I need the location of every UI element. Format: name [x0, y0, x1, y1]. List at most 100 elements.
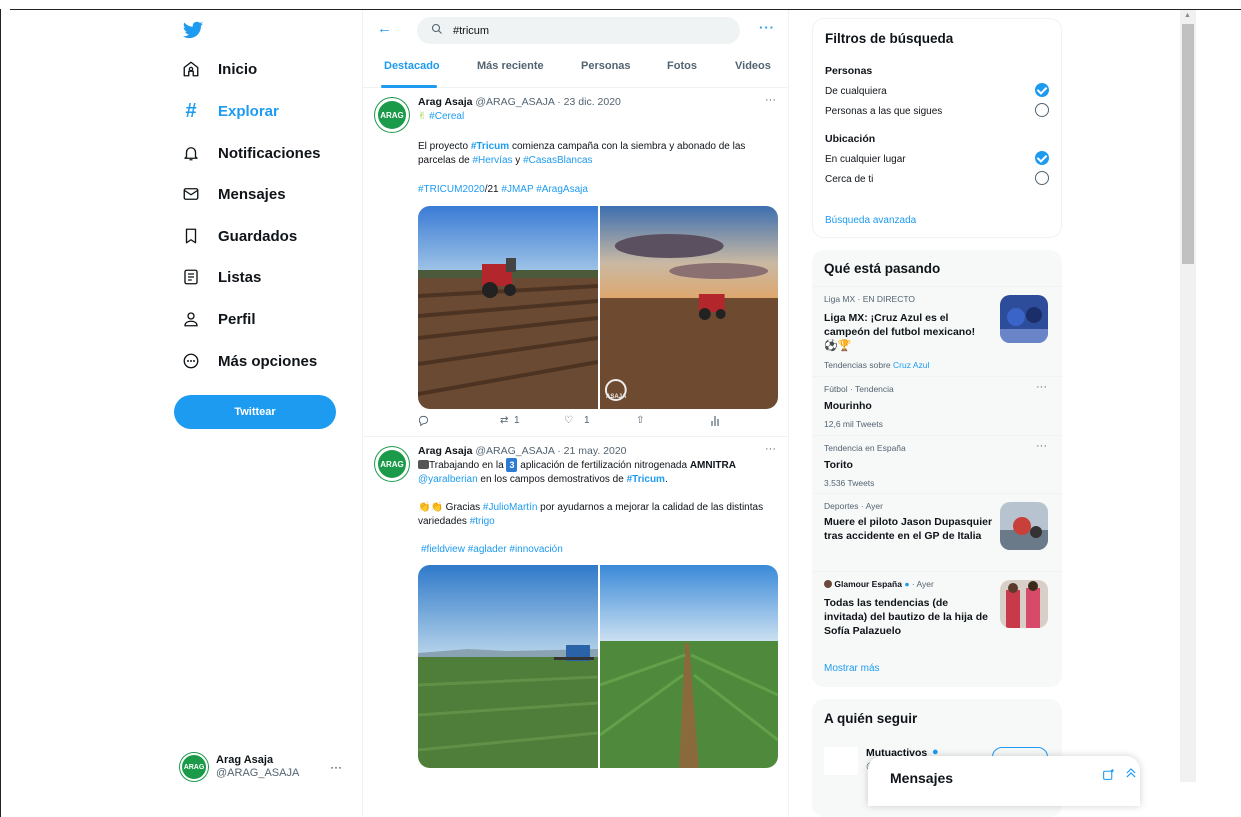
bell-icon [180, 142, 202, 164]
retweet-icon[interactable]: ⇄ [500, 415, 508, 426]
trend-sub: 3.536 Tweets [824, 478, 875, 488]
hashtag-link[interactable]: #CasasBlancas [523, 155, 592, 166]
tweet-author[interactable]: Arag Asaja [418, 96, 472, 108]
hashtag-link[interactable]: #Tricum [627, 474, 665, 485]
trend-thumbnail [1000, 502, 1048, 550]
trend-sub-text: Tendencias sobre [824, 360, 893, 370]
hashtag-link[interactable]: #JMAP [501, 184, 533, 195]
back-arrow-icon[interactable]: ← [377, 20, 392, 37]
messages-drawer[interactable]: Mensajes [868, 756, 1140, 806]
nav-item-inicio[interactable]: Inicio [170, 51, 257, 87]
show-more-link[interactable]: Mostrar más [824, 663, 880, 674]
tweet-author[interactable]: Arag Asaja [418, 445, 472, 457]
nav-item-mensajes[interactable]: Mensajes [170, 176, 286, 212]
new-message-icon[interactable] [1102, 768, 1115, 784]
search-more-icon[interactable]: ··· [759, 20, 775, 35]
clap-icon: 👏👏 [418, 502, 443, 513]
bold-text: AMNITRA [689, 460, 736, 471]
analytics-icon[interactable] [710, 415, 720, 429]
trend-sub-link[interactable]: Cruz Azul [893, 360, 929, 370]
scrollbar[interactable]: ▲ [1180, 10, 1196, 782]
tweet-more-icon[interactable]: ··· [765, 94, 776, 106]
radio-anywhere[interactable] [1035, 151, 1049, 165]
tweet-more-icon[interactable]: ··· [765, 443, 776, 455]
tweet-text-part: aplicación de fertilización nitrogenada [517, 460, 690, 471]
avatar[interactable]: ARAG [375, 98, 409, 132]
follow-title: A quién seguir [824, 711, 918, 726]
advanced-search-link[interactable]: Búsqueda avanzada [825, 215, 916, 226]
trend-title: Torito [824, 459, 853, 471]
mention-link[interactable]: @yaralberian [418, 474, 478, 485]
search-input[interactable]: #tricum [417, 17, 740, 44]
hashtag-link[interactable]: #JulioMartín [483, 502, 537, 513]
mutuactivos-logo [824, 747, 858, 775]
tab-fotos[interactable]: Fotos [667, 60, 697, 72]
like-icon[interactable]: ♡ [564, 415, 573, 426]
tweet-media[interactable] [418, 565, 778, 768]
filter-option-anywhere[interactable]: En cualquier lugar [825, 154, 906, 165]
hashtag-link[interactable]: #fieldview #aglader #innovación [421, 544, 563, 555]
scroll-up-icon[interactable]: ▲ [1184, 12, 1191, 19]
tab-personas[interactable]: Personas [581, 60, 631, 72]
trend-more-icon[interactable]: ··· [1036, 381, 1047, 393]
trends-title: Qué está pasando [824, 261, 941, 276]
hashtag-link[interactable]: #TRICUM2020 [418, 184, 485, 195]
hashtag-link[interactable]: #trigo [470, 516, 495, 527]
tweet-tags: #fieldview #aglader #innovación [421, 543, 781, 557]
nav-item-explorar[interactable]: # Explorar [170, 93, 278, 129]
trend-title: Mourinho [824, 400, 872, 412]
twitter-logo-icon[interactable] [182, 19, 204, 41]
tab-videos[interactable]: Videos [735, 60, 771, 72]
filter-option-anyone[interactable]: De cualquiera [825, 86, 887, 97]
trend-item[interactable]: Fútbol · Tendencia Mourinho 12,6 mil Twe… [812, 376, 1062, 435]
tweet-button[interactable]: Twittear [174, 395, 336, 429]
account-switcher[interactable]: ARAG Arag Asaja @ARAG_ASAJA ··· [180, 747, 350, 787]
hashtag-link[interactable]: #AragAsaja [536, 184, 588, 195]
radio-anyone[interactable] [1035, 83, 1049, 97]
scrollbar-thumb[interactable] [1182, 24, 1194, 264]
trend-meta: Glamour España ● · Ayer [824, 579, 934, 589]
trend-sub: Tendencias sobre Cruz Azul [824, 360, 929, 370]
photo-tractor-field[interactable] [418, 206, 599, 409]
chevron-up-icon[interactable] [1124, 766, 1138, 783]
nav-label: Notificaciones [218, 144, 321, 162]
tweet-text-2: 👏👏 Gracias #JulioMartín por ayudarnos a … [418, 501, 778, 529]
nav-item-listas[interactable]: Listas [170, 259, 261, 295]
hashtag-link[interactable]: #Hervías [472, 155, 512, 166]
tab-destacado[interactable]: Destacado [384, 60, 440, 72]
nav-label: Mensajes [218, 185, 286, 203]
tweet-date[interactable]: · 21 may. 2020 [557, 445, 626, 457]
sidebar-right: Filtros de búsqueda Personas De cualquie… [812, 18, 1062, 817]
trend-item[interactable]: Deportes · Ayer Muere el piloto Jason Du… [812, 493, 1062, 571]
filter-option-following[interactable]: Personas a las que sigues [825, 106, 942, 117]
photo-sprayer-field[interactable] [418, 565, 599, 768]
trend-item[interactable]: Glamour España ● · Ayer Todas las tenden… [812, 571, 1062, 655]
tab-mas-reciente[interactable]: Más reciente [477, 60, 544, 72]
tweet-media[interactable]: ASAJA [418, 206, 778, 409]
radio-following[interactable] [1035, 103, 1049, 117]
trend-more-icon[interactable]: ··· [1036, 440, 1047, 452]
hashtag-link[interactable]: #Cereal [429, 111, 464, 122]
photo-tractor-sunset[interactable]: ASAJA [598, 206, 778, 409]
trend-item[interactable]: Liga MX · EN DIRECTO Liga MX: ¡Cruz Azul… [812, 286, 1062, 376]
nav-item-notificaciones[interactable]: Notificaciones [170, 135, 321, 171]
filter-location-title: Ubicación [825, 133, 876, 145]
filter-option-near[interactable]: Cerca de ti [825, 174, 873, 185]
tweet[interactable]: ARAG Arag Asaja @ARAG_ASAJA · 21 may. 20… [363, 437, 788, 817]
trend-thumbnail [1000, 295, 1048, 343]
radio-near[interactable] [1035, 171, 1049, 185]
tweet-date[interactable]: · 23 dic. 2020 [557, 96, 621, 108]
avatar[interactable]: ARAG [375, 447, 409, 481]
nav-item-mas-opciones[interactable]: Más opciones [170, 343, 317, 379]
reply-icon[interactable] [418, 415, 429, 429]
trend-meta: Tendencia en España [824, 443, 906, 453]
photo-wheat-rows[interactable] [598, 565, 778, 768]
tweet-text-part: El proyecto [418, 141, 471, 152]
nav-item-perfil[interactable]: Perfil [170, 301, 256, 337]
nav-label: Guardados [218, 227, 298, 245]
hashtag-link[interactable]: #Tricum [471, 141, 509, 152]
tweet[interactable]: ARAG Arag Asaja @ARAG_ASAJA · 23 dic. 20… [363, 88, 788, 437]
nav-item-guardados[interactable]: Guardados [170, 218, 297, 254]
trend-item[interactable]: Tendencia en España Torito 3.536 Tweets … [812, 435, 1062, 493]
share-icon[interactable]: ⇧ [636, 415, 644, 426]
